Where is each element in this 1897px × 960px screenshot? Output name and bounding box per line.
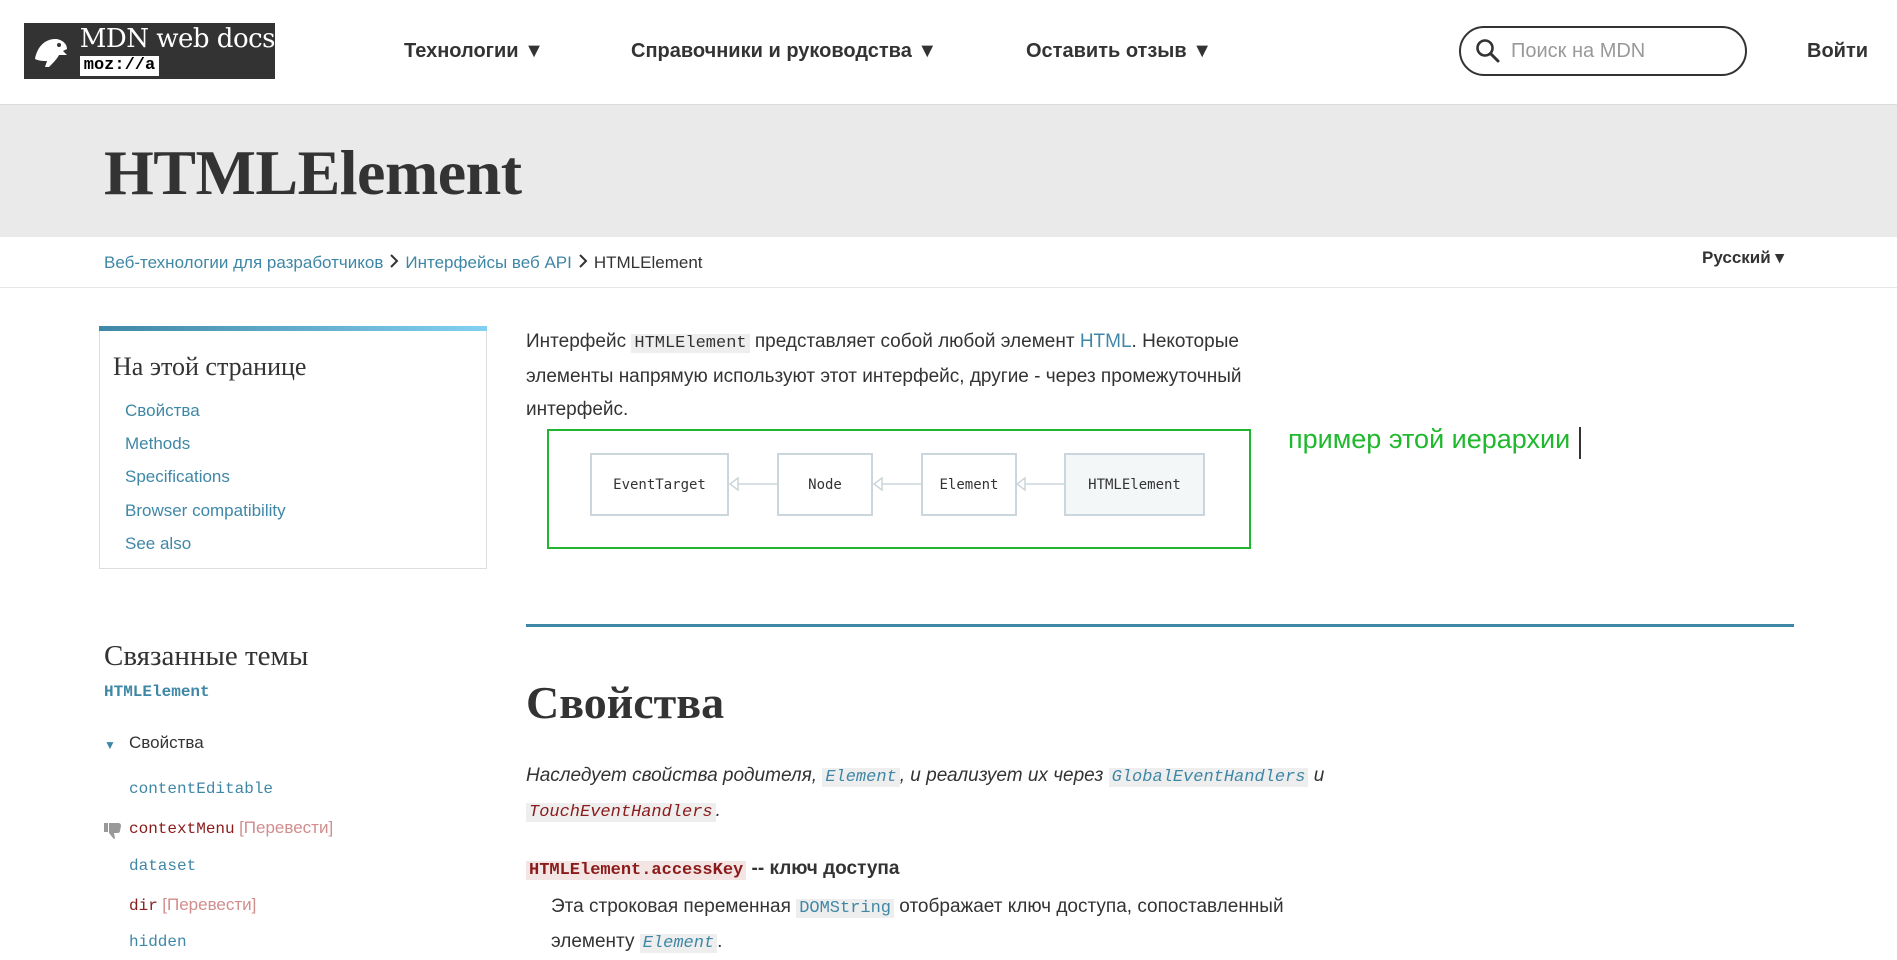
related-item-contextmenu-row: contextMenu [Перевести] <box>129 818 333 838</box>
translate-tag: [Перевести] <box>162 895 257 914</box>
language-selector[interactable]: Русский ▾ <box>1702 248 1784 268</box>
diagram-node-htmlelement[interactable]: HTMLElement <box>1064 453 1205 516</box>
element-link[interactable]: Element <box>822 768 900 787</box>
related-item-hidden[interactable]: hidden <box>129 933 187 951</box>
related-item-dataset[interactable]: dataset <box>129 857 196 875</box>
intro-text: представляет собой любой элемент <box>749 331 1080 352</box>
nav-feedback[interactable]: Оставить отзыв ▼ <box>1026 40 1212 63</box>
domstring-link[interactable]: DOMString <box>796 899 895 918</box>
toc-link-methods[interactable]: Methods <box>125 434 190 454</box>
html-link[interactable]: HTML <box>1080 331 1132 352</box>
search-input[interactable]: Поиск на MDN <box>1459 26 1747 76</box>
inherit-text: Наследует свойства родителя, <box>526 765 823 786</box>
mozilla-wordmark: moz://a <box>79 56 160 76</box>
diagram-node-node[interactable]: Node <box>777 453 873 516</box>
breadcrumb-web-tech[interactable]: Веб-технологии для разработчиков <box>104 253 383 273</box>
chevron-right-icon <box>578 252 588 273</box>
inherit-text: . <box>715 800 721 821</box>
dinosaur-icon <box>24 23 78 79</box>
toc-title: На этой странице <box>113 352 307 381</box>
chevron-right-icon <box>389 252 399 273</box>
search-icon <box>1475 38 1501 64</box>
logo-title: MDN web docs <box>79 24 276 54</box>
inherit-text: и <box>1308 765 1325 786</box>
related-item-contenteditable[interactable]: contentEditable <box>129 780 273 798</box>
translate-tag: [Перевести] <box>239 818 334 837</box>
property-accesskey: HTMLElement.accessKey -- ключ доступа <box>526 858 899 880</box>
divider <box>0 287 1897 288</box>
toc-accent-bar <box>99 326 487 331</box>
globaleventhandlers-link[interactable]: GlobalEventHandlers <box>1108 768 1309 787</box>
annotation-text[interactable]: пример этой иерархии <box>1288 424 1570 455</box>
nav-references-guides[interactable]: Справочники и руководства ▼ <box>631 40 937 63</box>
diagram-node-element[interactable]: Element <box>921 453 1017 516</box>
element-link-2[interactable]: Element <box>639 934 718 953</box>
toc-link-browser-compat[interactable]: Browser compatibility <box>125 501 286 521</box>
related-item-contextmenu[interactable]: contextMenu <box>129 820 235 838</box>
intro-text: Интерфейс <box>526 331 632 352</box>
toc-link-specifications[interactable]: Specifications <box>125 467 230 487</box>
related-htmlelement-link[interactable]: HTMLElement <box>104 683 210 701</box>
related-item-dir[interactable]: dir <box>129 897 158 915</box>
thumbs-down-icon <box>103 822 123 845</box>
search-placeholder: Поиск на MDN <box>1511 39 1646 62</box>
related-item-dir-row: dir [Перевести] <box>129 895 256 915</box>
accesskey-description: Эта строковая переменная DOMString отобр… <box>551 890 1371 960</box>
desc-text: . <box>717 931 723 952</box>
breadcrumb: Веб-технологии для разработчиков Интерфе… <box>104 252 703 273</box>
property-title: -- ключ доступа <box>746 858 900 879</box>
related-topics-title: Связанные темы <box>104 640 309 672</box>
login-link[interactable]: Войти <box>1807 40 1868 63</box>
toc-link-see-also[interactable]: See also <box>125 534 191 554</box>
triangle-down-icon[interactable]: ▼ <box>104 738 116 752</box>
inherit-text: , и реализует их через <box>899 765 1109 786</box>
mdn-logo[interactable]: MDN web docs moz://a <box>24 23 276 79</box>
breadcrumb-current: HTMLElement <box>593 252 703 272</box>
nav-technologies[interactable]: Технологии ▼ <box>404 40 544 63</box>
breadcrumb-web-api[interactable]: Интерфейсы веб API <box>405 253 571 273</box>
toucheventhandlers-link[interactable]: TouchEventHandlers <box>526 803 716 822</box>
intro-code: HTMLElement <box>631 334 750 353</box>
text-cursor <box>1579 427 1581 459</box>
page-title: HTMLElement <box>104 137 522 208</box>
accesskey-link[interactable]: HTMLElement.accessKey <box>526 861 747 880</box>
inherit-paragraph: Наследует свойства родителя, Element, и … <box>526 759 1386 829</box>
desc-text: Эта строковая переменная <box>551 896 797 917</box>
section-heading: Свойства <box>526 677 725 728</box>
intro-paragraph: Интерфейс HTMLElement представляет собой… <box>526 325 1316 426</box>
related-section-properties[interactable]: Свойства <box>129 733 204 753</box>
toc-link-properties[interactable]: Свойства <box>125 401 200 421</box>
diagram-node-eventtarget[interactable]: EventTarget <box>590 453 729 516</box>
section-divider <box>526 624 1794 627</box>
